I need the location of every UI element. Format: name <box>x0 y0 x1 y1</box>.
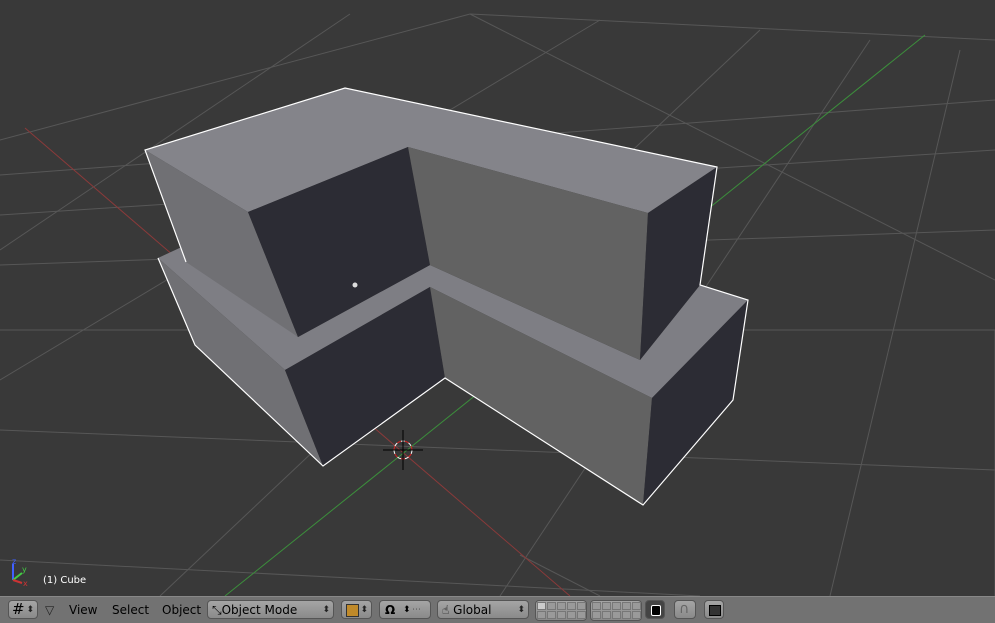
3d-viewport[interactable] <box>0 0 995 596</box>
menu-view[interactable]: View <box>69 601 97 620</box>
cube-mesh[interactable] <box>144 87 749 506</box>
object-mode-icon: ⤡ <box>212 603 222 617</box>
hand-icon: ☝ <box>442 603 450 617</box>
lock-layers-button[interactable] <box>645 600 665 619</box>
solid-shading-icon <box>346 604 359 617</box>
mode-label: Object Mode <box>221 603 298 617</box>
snap-button[interactable]: ∩ <box>674 600 696 619</box>
axis-gizmo-icon: z y x <box>12 558 28 588</box>
lock-icon <box>651 605 661 616</box>
transform-orientation-dropdown[interactable]: ☝ Global ⬍ <box>437 600 529 619</box>
pivot-icon: Ω <box>385 603 396 617</box>
menu-select[interactable]: Select <box>112 601 149 620</box>
render-button[interactable] <box>704 600 724 619</box>
object-info-label: (1) Cube <box>43 575 87 586</box>
object-origin <box>352 282 358 288</box>
pivot-dropdown[interactable]: Ω ⬍ ⋯ <box>379 600 431 619</box>
svg-text:x: x <box>23 579 28 588</box>
menu-object[interactable]: Object <box>162 601 201 620</box>
mode-dropdown[interactable]: ⤡Object Mode ⬍ <box>207 600 334 619</box>
editor-type-button[interactable]: # ⬍ <box>8 600 38 619</box>
layers-group-1[interactable] <box>535 600 587 621</box>
grid-icon: # <box>12 600 25 618</box>
svg-text:z: z <box>12 558 16 566</box>
shading-dropdown[interactable]: ⬍ <box>341 600 372 619</box>
collapse-menu-icon[interactable]: ▽ <box>45 601 54 620</box>
orientation-label: Global <box>453 603 492 617</box>
magnet-icon: ∩ <box>679 601 690 617</box>
manipulator-icon[interactable]: ⋯ <box>412 601 421 620</box>
image-icon <box>709 605 721 616</box>
layers-group-2[interactable] <box>590 600 642 621</box>
viewport-header: # ⬍ ▽ View Select Object ⤡Object Mode ⬍ ⬍ … <box>0 596 995 623</box>
svg-text:y: y <box>22 565 27 574</box>
